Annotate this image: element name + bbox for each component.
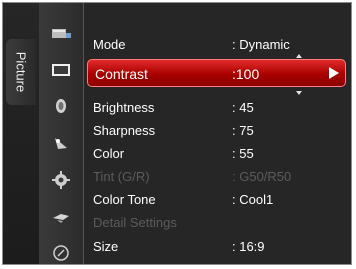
menu-item-value: : 55	[232, 146, 254, 161]
menu-item-tint: Tint (G/R) : G50/R50	[84, 165, 351, 188]
picture-icon[interactable]	[49, 60, 73, 80]
menu-item-value: :100	[232, 66, 260, 82]
menu-item-value: : 16:9	[232, 239, 265, 254]
menu-item-value: : Cool1	[232, 192, 274, 207]
scroll-up-indicator-icon	[296, 54, 302, 58]
input-icon[interactable]	[49, 24, 73, 44]
channel-icon[interactable]	[49, 133, 73, 153]
menu-item-sharpness[interactable]: Sharpness : 75	[84, 119, 351, 142]
menu-item-label: Detail Settings	[93, 215, 177, 230]
tab-column: Picture	[3, 3, 39, 264]
menu-item-mode[interactable]: Mode : Dynamic	[84, 33, 351, 56]
menu-item-color-tone[interactable]: Color Tone : Cool1	[84, 188, 351, 211]
menu-item-label: Color	[93, 146, 125, 161]
menu-item-value: : Dynamic	[232, 37, 290, 52]
menu-item-value: : 75	[232, 123, 254, 138]
menu-item-value: : 45	[232, 100, 254, 115]
menu-item-label: Tint (G/R)	[93, 169, 150, 184]
menu-item-detail-settings: Detail Settings	[84, 211, 351, 234]
menu-item-label: Sharpness	[93, 123, 156, 138]
menu-item-size[interactable]: Size : 16:9	[84, 235, 351, 258]
menu-item-label: Brightness	[93, 100, 155, 115]
support-icon[interactable]	[49, 243, 73, 263]
menu-item-contrast[interactable]: Contrast :100	[87, 59, 346, 87]
picture-settings-menu: Mode : Dynamic Contrast :100 Brightness …	[84, 3, 351, 264]
menu-item-label: Mode	[93, 37, 126, 52]
menu-item-label: Contrast	[95, 66, 148, 82]
setup-icon[interactable]	[49, 170, 73, 190]
tab-picture-label: Picture	[13, 51, 29, 93]
application-icon[interactable]	[49, 207, 73, 227]
sound-icon[interactable]	[49, 96, 73, 116]
menu-item-color[interactable]: Color : 55	[84, 142, 351, 165]
scroll-down-indicator-icon	[296, 91, 302, 95]
arrow-right-icon	[329, 67, 339, 79]
menu-item-label: Size	[93, 239, 119, 254]
picture-menu-window: Picture Mode : Dynamic Contrast:100 Bri…	[2, 2, 352, 265]
menu-item-brightness[interactable]: Brightness : 45	[84, 96, 351, 119]
menu-item-label: Color Tone	[93, 192, 156, 207]
menu-item-value: : G50/R50	[232, 169, 292, 184]
category-icon-column	[39, 3, 84, 264]
